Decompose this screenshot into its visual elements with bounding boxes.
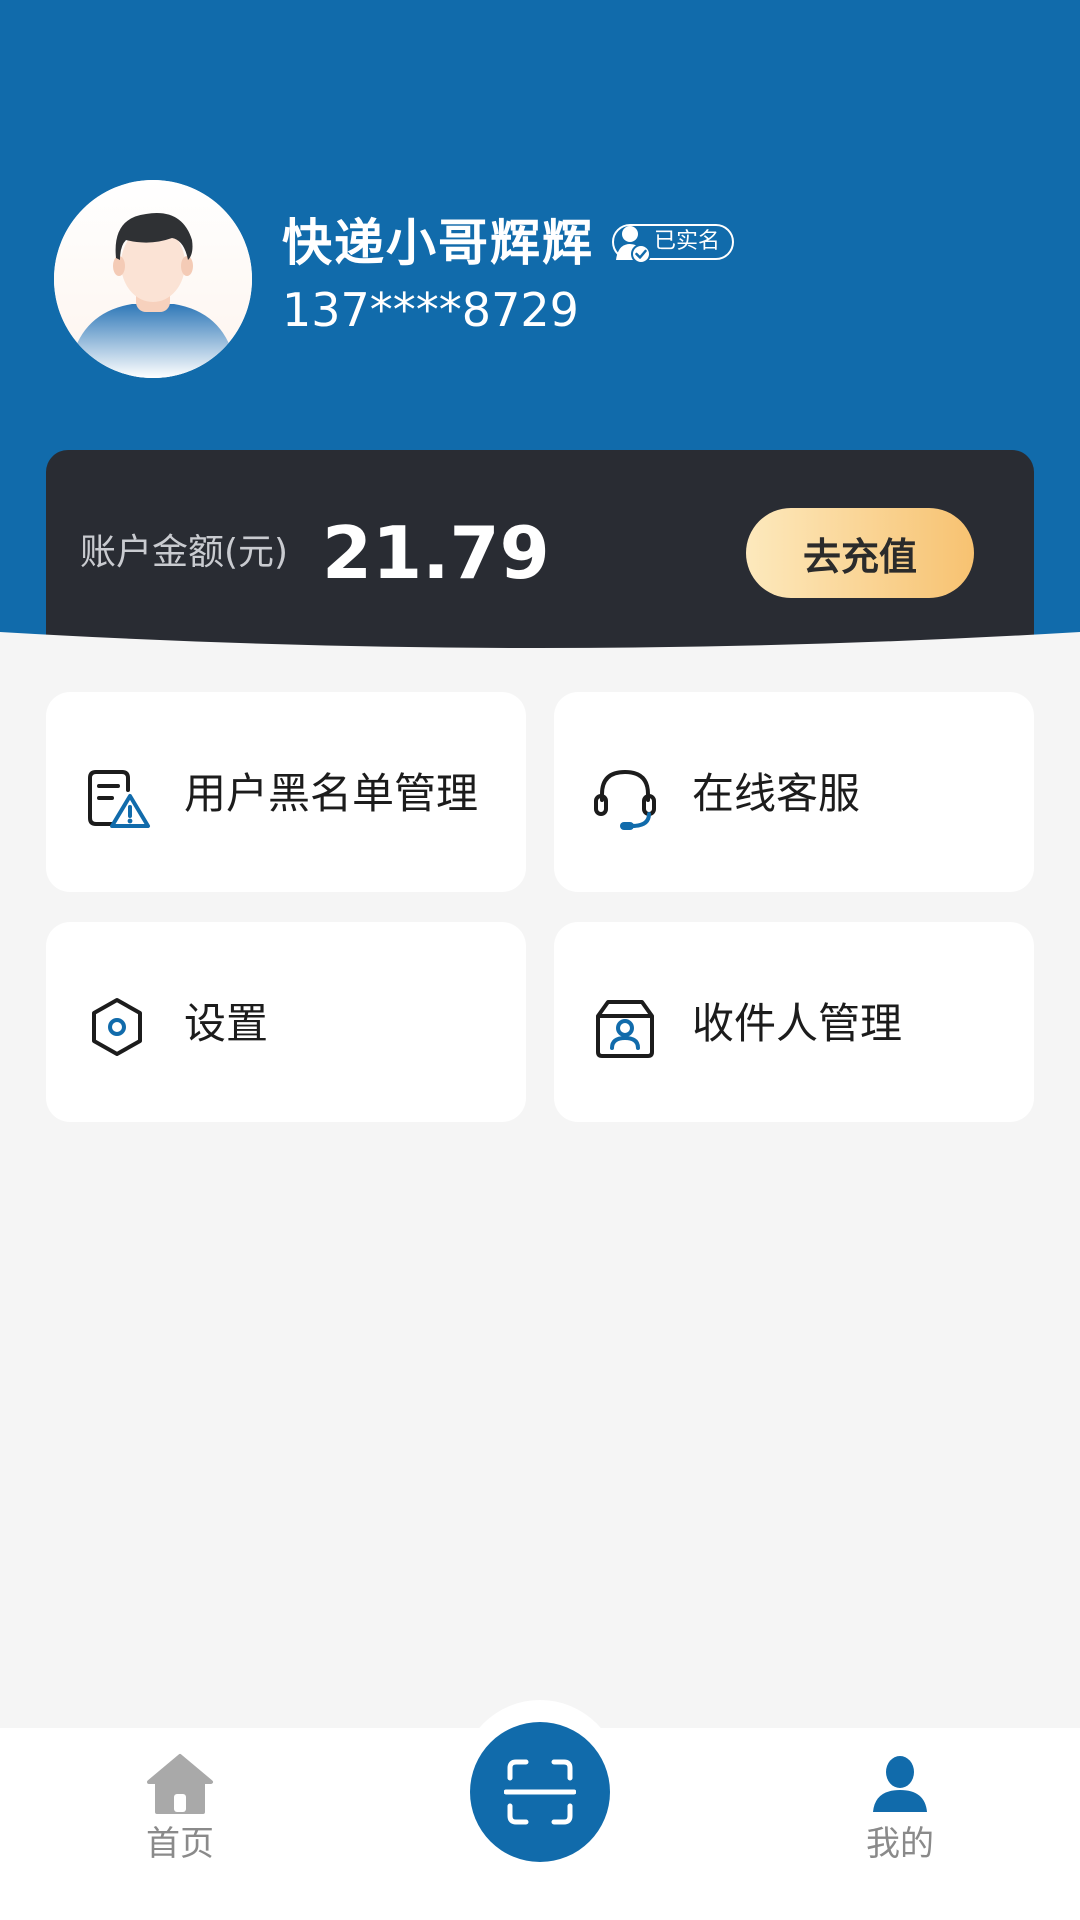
headset-icon: [594, 769, 656, 830]
recipient-management-label: 收件人管理: [692, 999, 903, 1048]
settings-tile[interactable]: 设置: [46, 922, 526, 1122]
balance-label: 账户金额(元): [80, 532, 289, 573]
tab-home-label: 首页: [146, 1824, 214, 1864]
scan-icon: [504, 1759, 576, 1825]
verified-badge: 已实名: [612, 224, 735, 264]
recipient-box-icon: [596, 1000, 654, 1058]
blacklist-management-tile[interactable]: 用户黑名单管理: [46, 692, 526, 892]
header-curve: [0, 632, 1080, 680]
online-service-tile[interactable]: 在线客服: [554, 692, 1034, 892]
tab-mine[interactable]: 我的: [820, 1752, 980, 1882]
user-phone: 137****8729: [282, 283, 579, 337]
avatar[interactable]: [54, 180, 252, 378]
blacklist-management-label: 用户黑名单管理: [184, 769, 479, 818]
verified-user-icon: [616, 226, 651, 264]
home-icon: [147, 1754, 213, 1814]
balance-amount: 21.79: [322, 511, 550, 595]
online-service-label: 在线客服: [692, 769, 861, 818]
profile-page: 快递小哥辉辉 已实名 137****8729 账户金额(元) 21.79 去充值…: [0, 0, 1080, 1920]
settings-label: 设置: [184, 999, 269, 1048]
user-icon: [873, 1756, 927, 1812]
tab-home[interactable]: 首页: [100, 1752, 260, 1882]
recharge-button[interactable]: 去充值: [746, 508, 974, 598]
tab-mine-label: 我的: [866, 1824, 934, 1864]
avatar-illustration: [54, 180, 252, 378]
scan-button[interactable]: [470, 1722, 610, 1862]
user-name: 快递小哥辉辉: [282, 214, 594, 272]
verified-label: 已实名: [654, 229, 721, 254]
blacklist-icon: [88, 770, 150, 828]
recipient-management-tile[interactable]: 收件人管理: [554, 922, 1034, 1122]
settings-hexagon-icon: [92, 998, 142, 1056]
